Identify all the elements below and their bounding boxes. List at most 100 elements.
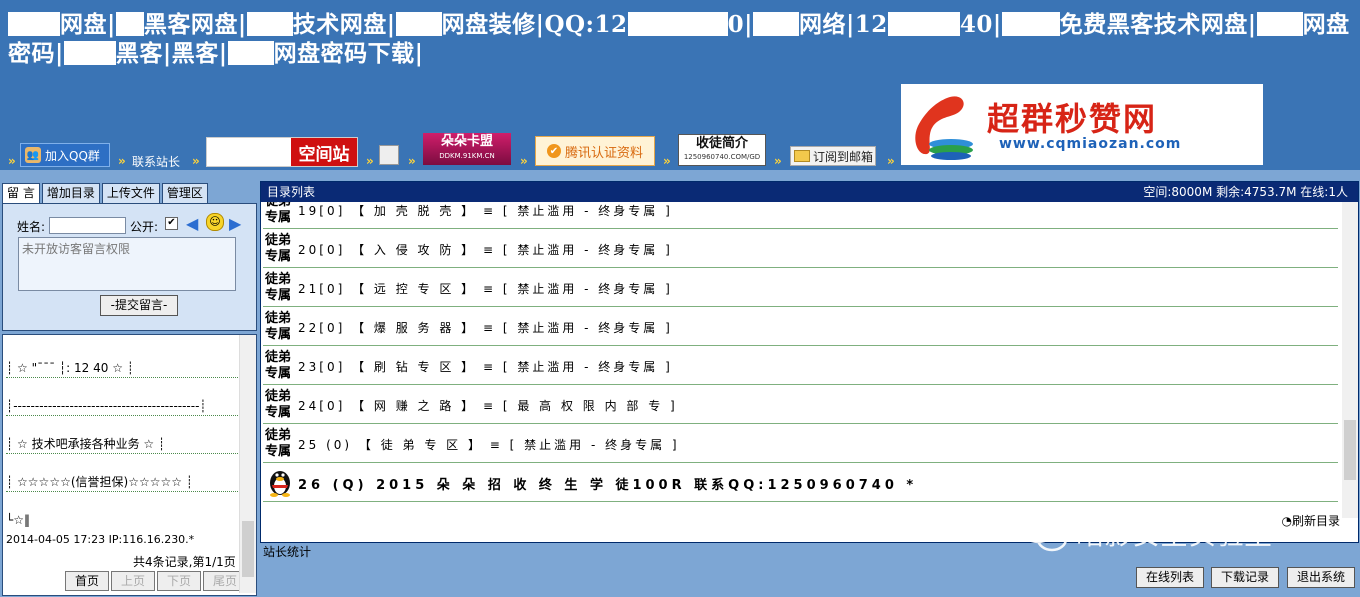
redacted-block <box>8 12 60 36</box>
tab-upload-file[interactable]: 上传文件 <box>101 183 160 204</box>
header-segment[interactable]: 网盘装修|QQ:12 <box>442 11 628 38</box>
board-scrollbar[interactable] <box>239 335 256 593</box>
header-segment[interactable]: 0| <box>728 11 753 38</box>
tencent-verify-banner[interactable]: ✔ 腾讯认证资料 <box>535 136 655 166</box>
space-banner-label: 空间站 <box>291 138 357 166</box>
qq-group-icon: 👥 <box>25 147 41 163</box>
next-page-button[interactable]: 下页 <box>157 571 201 591</box>
intro-banner[interactable]: 收徒简介 1250960740.COM/GD <box>678 134 766 166</box>
envelope-icon <box>794 150 810 162</box>
directory-row[interactable]: 徒弟 专属 23[0] 【 刷 钻 专 区 】 ≡ [ 禁止滥用 - 终身专属 ] <box>263 346 1338 385</box>
member-badge: 徒弟专属 <box>265 272 292 303</box>
header-segment[interactable]: 网盘| <box>60 11 116 38</box>
header-segment[interactable]: 免费黑客技术网盘| <box>1060 11 1257 38</box>
join-qq-button[interactable]: 👥 加入QQ群 <box>20 143 110 167</box>
logout-button[interactable]: 退出系统 <box>1287 567 1355 588</box>
member-badge: 徒弟专属 <box>265 233 292 264</box>
directory-row[interactable]: 徒弟专属 19[0] 【 加 壳 脱 壳 】 ≡ [ 禁止滥用 - 终身专属 ] <box>263 202 1338 229</box>
arrow-icon: » <box>118 154 126 168</box>
redacted-block <box>246 12 293 36</box>
prev-page-button[interactable]: 上页 <box>111 571 155 591</box>
directory-row-text[interactable]: 22[0] 【 爆 服 务 器 】 ≡ [ 禁止滥用 - 终身专属 ] <box>298 319 673 336</box>
board-count: 共4条记录,第1/1页 <box>133 555 236 569</box>
first-page-button[interactable]: 首页 <box>65 571 109 591</box>
directory-row-text[interactable]: 23[0] 【 刷 钻 专 区 】 ≡ [ 禁止滥用 - 终身专属 ] <box>298 358 673 375</box>
directory-scroll-thumb[interactable] <box>1344 420 1356 480</box>
subscribe-button[interactable]: 订阅到邮箱 <box>790 146 876 166</box>
board-line: ┊ ☆ 技术吧承接各种业务 ☆ ┊ <box>6 435 238 454</box>
header-segment[interactable]: 技术网盘| <box>293 11 396 38</box>
arrow-icon: » <box>520 154 528 168</box>
name-label: 姓名: <box>17 220 46 234</box>
redacted-block <box>752 12 799 36</box>
tab-add-directory[interactable]: 增加目录 <box>41 183 100 204</box>
directory-row[interactable]: 徒弟 专属 24[0] 【 网 赚 之 路 】 ≡ [ 最 高 权 限 内 部 专 … <box>263 385 1338 424</box>
ad-banner[interactable]: 超群秒赞网 www.cqmiaozan.com <box>901 84 1263 165</box>
join-qq-label: 加入QQ群 <box>45 148 100 163</box>
tencent-verify-label: 腾讯认证资料 <box>564 145 643 161</box>
arrow-icon: » <box>408 154 416 168</box>
directory-row[interactable]: 26 (Q) 2015 朵 朵 招 收 终 生 学 徒100R 联系QQ:125… <box>263 463 1338 502</box>
board-scroll-thumb[interactable] <box>242 521 254 577</box>
directory-row-text[interactable]: 25 (0) 【 徒 弟 专 区 】 ≡ [ 禁止滥用 - 终身专属 ] <box>298 436 680 453</box>
download-log-button[interactable]: 下载记录 <box>1211 567 1279 588</box>
ad-title: 超群秒赞网 <box>987 100 1158 138</box>
public-checkbox[interactable]: ✔ <box>165 217 178 230</box>
subscribe-label: 订阅到邮箱 <box>813 149 874 164</box>
left-tabs: 留 言 增加目录 上传文件 管理区 <box>2 183 208 204</box>
header-segment[interactable]: 网络|12 <box>799 11 888 38</box>
tab-admin[interactable]: 管理区 <box>161 183 208 204</box>
directory-row-text[interactable]: 21[0] 【 远 控 专 区 】 ≡ [ 禁止滥用 - 终身专属 ] <box>298 280 673 297</box>
redacted-block <box>1001 12 1060 36</box>
refresh-directory-link[interactable]: ◔刷新目录 <box>1282 512 1341 529</box>
directory-scrollbar[interactable] <box>1342 202 1358 518</box>
directory-row-text[interactable]: 19[0] 【 加 壳 脱 壳 】 ≡ [ 禁止滥用 - 终身专属 ] <box>298 202 673 219</box>
card-banner[interactable]: 朵朵卡盟 DDKM.91KM.CN <box>423 133 511 165</box>
smiley-icon[interactable]: ☺ <box>206 213 224 231</box>
watermark-text: 暗影安全实验室 <box>1076 518 1273 551</box>
message-textarea[interactable]: 未开放访客留言权限 <box>18 237 236 291</box>
directory-row[interactable]: 徒弟 专属 20[0] 【 入 侵 攻 防 】 ≡ [ 禁止滥用 - 终身专属 ] <box>263 229 1338 268</box>
submit-message-button[interactable]: -提交留言- <box>100 295 178 316</box>
redacted-block <box>227 41 274 65</box>
broken-image-icon[interactable] <box>379 145 399 165</box>
member-badge: 徒弟专属 <box>265 311 292 342</box>
directory-row-text[interactable]: 26 (Q) 2015 朵 朵 招 收 终 生 学 徒100R 联系QQ:125… <box>298 474 917 493</box>
directory-row-text[interactable]: 20[0] 【 入 侵 攻 防 】 ≡ [ 禁止滥用 - 终身专属 ] <box>298 241 673 258</box>
header-segment[interactable]: 40| <box>960 11 1002 38</box>
header-segment[interactable]: 网 <box>1303 11 1327 38</box>
ad-url: www.cqmiaozan.com <box>999 136 1182 152</box>
site-stats-link[interactable]: 站长统计 <box>263 543 311 560</box>
name-input[interactable] <box>49 217 126 234</box>
wechat-icon <box>1019 514 1068 552</box>
tab-message[interactable]: 留 言 <box>2 183 40 204</box>
directory-row[interactable]: 徒弟 专属 25 (0) 【 徒 弟 专 区 】 ≡ [ 禁止滥用 - 终身专属 ] <box>263 424 1338 463</box>
arrow-right-icon[interactable]: ▶ <box>229 214 241 233</box>
card-banner-url: DDKM.91KM.CN <box>439 152 495 160</box>
board-line: ┊---------------------------------------… <box>6 397 238 416</box>
header-segment[interactable]: 网盘密码下载| <box>274 40 424 67</box>
redacted-block <box>887 12 960 36</box>
card-banner-title: 朵朵卡盟 <box>440 134 493 149</box>
directory-header: 目录列表 空间:8000M 剩余:4753.7M 在线:1人 <box>261 182 1358 202</box>
directory-row-text[interactable]: 24[0] 【 网 赚 之 路 】 ≡ [ 最 高 权 限 内 部 专 ] <box>298 397 678 414</box>
directory-title: 目录列表 <box>267 185 316 199</box>
online-list-button[interactable]: 在线列表 <box>1136 567 1204 588</box>
refresh-icon: ◔ <box>1281 514 1292 528</box>
directory-panel: 目录列表 空间:8000M 剩余:4753.7M 在线:1人 徒弟专属 19[0]… <box>260 181 1359 543</box>
arrow-icon: » <box>192 154 200 168</box>
redacted-block <box>395 12 442 36</box>
header-title[interactable]: 网盘| 黑客网盘| 技术网盘| 网盘装修|QQ:12 0| 网络|12 40| 免费黑客技术网… <box>8 10 1353 68</box>
arrow-left-icon[interactable]: ◀ <box>186 214 198 233</box>
arrow-icon: » <box>774 154 782 168</box>
redacted-block <box>1256 12 1303 36</box>
qq-penguin-icon <box>270 471 290 497</box>
contact-link[interactable]: 联系站长 <box>132 153 180 177</box>
redacted-block <box>63 41 116 65</box>
directory-row[interactable]: 徒弟 专属 22[0] 【 爆 服 务 器 】 ≡ [ 禁止滥用 - 终身专属 ] <box>263 307 1338 346</box>
board-line: └☆‖ <box>6 513 30 527</box>
directory-row[interactable]: 徒弟 专属 21[0] 【 远 控 专 区 】 ≡ [ 禁止滥用 - 终身专属 ] <box>263 268 1338 307</box>
header-segment[interactable]: 黑客|黑客| <box>116 40 228 67</box>
header-segment[interactable]: 黑客网盘| <box>144 11 247 38</box>
space-banner[interactable]: 空间站 <box>206 137 358 167</box>
